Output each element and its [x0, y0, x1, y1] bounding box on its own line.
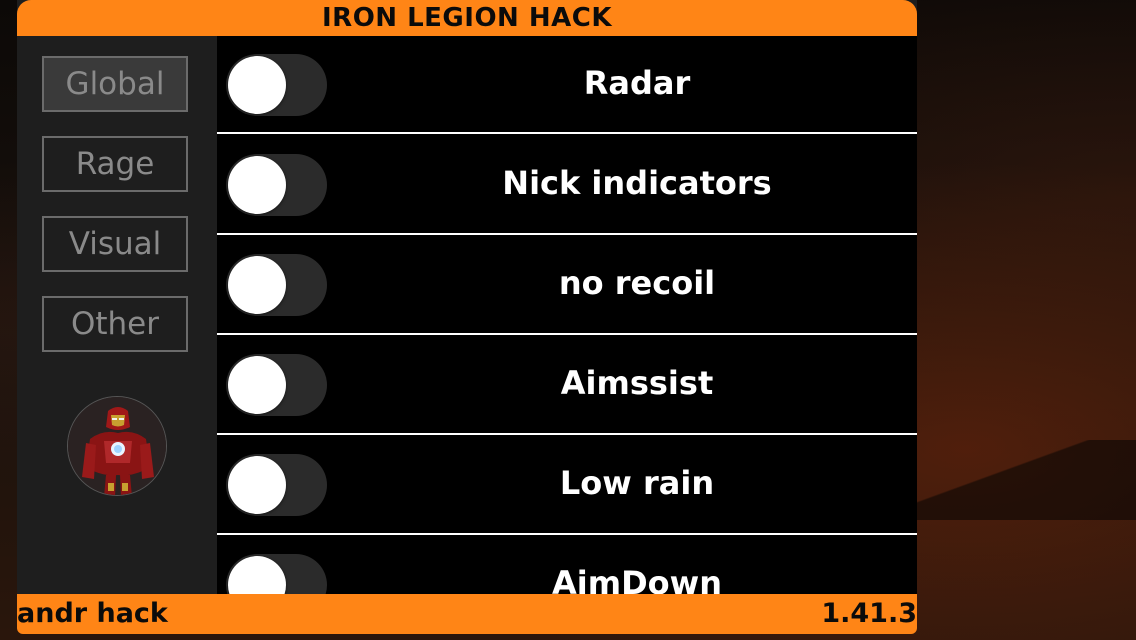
radar-toggle[interactable]: [226, 54, 327, 116]
avatar-image: [68, 397, 166, 495]
feature-label: Nick indicators: [502, 164, 772, 202]
feature-row-aimdown: AimDown: [217, 536, 917, 594]
toggle-knob: [228, 356, 286, 414]
aimdown-toggle[interactable]: [226, 554, 327, 594]
hack-menu-panel: IRON LEGION HACK Global Rage Visual Othe…: [17, 0, 917, 634]
iron-man-avatar-icon: [67, 396, 167, 496]
feature-row-low-rain: Low rain: [217, 436, 917, 534]
background-ridge: [906, 440, 1136, 520]
footer-brand: andr hack: [17, 598, 168, 629]
row-divider: [217, 533, 917, 535]
feature-row-nick-indicators: Nick indicators: [217, 136, 917, 234]
feature-row-no-recoil: no recoil: [217, 236, 917, 334]
feature-label: Radar: [583, 64, 691, 102]
feature-label: Aimssist: [560, 364, 714, 402]
nick-indicators-toggle[interactable]: [226, 154, 327, 216]
feature-label: Low rain: [559, 464, 715, 502]
row-divider: [217, 132, 917, 134]
no-recoil-toggle[interactable]: [226, 254, 327, 316]
feature-label: no recoil: [558, 264, 716, 302]
feature-label: AimDown: [552, 564, 722, 594]
menu-title: IRON LEGION HACK: [322, 3, 612, 33]
row-divider: [217, 433, 917, 435]
toggle-knob: [228, 256, 286, 314]
toggle-knob: [228, 456, 286, 514]
feature-row-aimssist: Aimssist: [217, 336, 917, 434]
toggle-knob: [228, 56, 286, 114]
tab-rage[interactable]: Rage: [42, 136, 188, 192]
sidebar: Global Rage Visual Other: [17, 36, 217, 594]
aimssist-toggle[interactable]: [226, 354, 327, 416]
tab-visual[interactable]: Visual: [42, 216, 188, 272]
tab-global[interactable]: Global: [42, 56, 188, 112]
row-divider: [217, 233, 917, 235]
version-label: 1.41.3: [821, 598, 917, 629]
toggle-knob: [228, 556, 286, 594]
title-bar[interactable]: IRON LEGION HACK: [17, 0, 917, 36]
low-rain-toggle[interactable]: [226, 454, 327, 516]
footer-bar: andr hack 1.41.3: [17, 594, 917, 634]
feature-list[interactable]: Radar Nick indicators no recoil Aimssist: [217, 36, 917, 594]
toggle-knob: [228, 156, 286, 214]
tab-other[interactable]: Other: [42, 296, 188, 352]
row-divider: [217, 333, 917, 335]
feature-row-radar: Radar: [217, 36, 917, 134]
